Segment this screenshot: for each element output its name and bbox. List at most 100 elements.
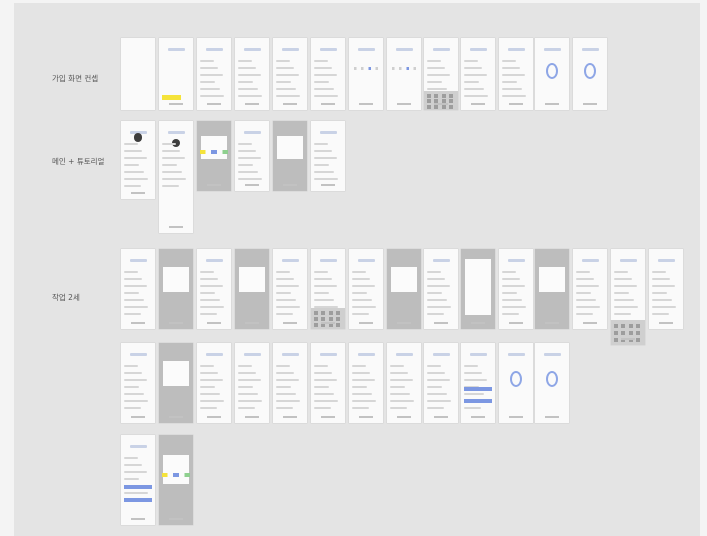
wireframe-shape [123, 485, 153, 489]
screen-thumbnail[interactable] [461, 249, 495, 329]
wireframe-shape [276, 292, 292, 294]
wireframe-shape [427, 393, 447, 395]
wireframe-shape [277, 136, 303, 159]
wireframe-shape [124, 292, 140, 294]
screen-thumbnail[interactable] [197, 249, 231, 329]
wireframe-shape [163, 360, 189, 387]
wireframe-shape [243, 353, 261, 356]
screen-thumbnail[interactable] [387, 38, 421, 110]
wireframe-shape [238, 60, 252, 62]
wireframe-shape [464, 74, 487, 76]
screen-thumbnail[interactable] [387, 249, 421, 329]
screen-thumbnail[interactable] [121, 121, 155, 199]
screen-mockup [273, 121, 307, 191]
wireframe-shape [124, 164, 140, 166]
wireframe-shape [545, 103, 559, 105]
screen-thumbnail[interactable] [159, 121, 193, 233]
screen-thumbnail[interactable] [499, 249, 533, 329]
screen-thumbnail[interactable] [121, 343, 155, 423]
screen-thumbnail[interactable] [311, 38, 345, 110]
screen-thumbnail[interactable] [235, 38, 269, 110]
screen-thumbnail[interactable] [535, 38, 569, 110]
wireframe-shape [314, 95, 339, 97]
screen-thumbnail[interactable] [121, 435, 155, 525]
screen-thumbnail[interactable] [311, 249, 345, 329]
screen-thumbnail[interactable] [349, 38, 383, 110]
wireframe-shape [162, 94, 182, 100]
screen-thumbnail[interactable] [273, 38, 307, 110]
screen-mockup [159, 435, 193, 525]
screen-thumbnail[interactable] [311, 343, 345, 423]
wireframe-shape [129, 353, 147, 356]
wireframe-shape [311, 308, 345, 329]
screen-thumbnail[interactable] [197, 343, 231, 423]
screen-thumbnail[interactable] [499, 38, 533, 110]
screen-thumbnail[interactable] [535, 343, 569, 423]
screen-thumbnail[interactable] [349, 343, 383, 423]
screen-thumbnail[interactable] [649, 249, 683, 329]
wireframe-shape [207, 103, 221, 105]
wireframe-shape [124, 150, 143, 152]
wireframe-shape [427, 372, 446, 374]
screen-thumbnail[interactable] [273, 249, 307, 329]
wireframe-shape [200, 400, 225, 402]
screen-thumbnail[interactable] [159, 343, 193, 423]
screen-thumbnail[interactable] [387, 343, 421, 423]
wireframe-shape [207, 416, 221, 418]
screen-thumbnail[interactable] [273, 121, 307, 191]
wireframe-shape [238, 407, 255, 409]
screen-thumbnail[interactable] [311, 121, 345, 191]
wireframe-shape [434, 416, 448, 418]
wireframe-shape [238, 67, 257, 69]
wireframe-shape [502, 60, 516, 62]
wireframe-shape [124, 478, 140, 480]
screen-thumbnail[interactable] [424, 38, 458, 110]
screen-thumbnail[interactable] [424, 343, 458, 423]
wireframe-shape [124, 306, 149, 308]
screen-thumbnail[interactable] [197, 38, 231, 110]
wireframe-shape [238, 157, 261, 159]
screen-mockup [424, 38, 458, 110]
wireframe-shape [614, 313, 631, 315]
screen-thumbnail[interactable] [573, 38, 607, 110]
wireframe-shape [397, 103, 411, 105]
wireframe-shape [200, 88, 220, 90]
screen-thumbnail[interactable] [461, 343, 495, 423]
screen-thumbnail[interactable] [235, 249, 269, 329]
wireframe-shape [652, 313, 669, 315]
wireframe-shape [321, 317, 326, 322]
wireframe-shape [162, 143, 176, 145]
wireframe-shape [276, 285, 299, 287]
wireframe-shape [502, 88, 522, 90]
screen-thumbnail[interactable] [424, 249, 458, 329]
wireframe-shape [576, 306, 601, 308]
wireframe-shape [464, 407, 481, 409]
wireframe-shape [124, 313, 141, 315]
screen-thumbnail[interactable] [159, 435, 193, 525]
wireframe-shape [276, 400, 301, 402]
screen-thumbnail[interactable] [197, 121, 231, 191]
screen-thumbnail[interactable] [349, 249, 383, 329]
wireframe-shape [238, 372, 257, 374]
screen-thumbnail[interactable] [159, 38, 193, 110]
screen-mockup [424, 343, 458, 423]
screen-thumbnail[interactable] [235, 121, 269, 191]
wireframe-shape [319, 353, 337, 356]
wireframe-shape [162, 171, 182, 173]
screen-thumbnail[interactable] [273, 343, 307, 423]
screen-mockup [387, 343, 421, 423]
screen-thumbnail[interactable] [499, 343, 533, 423]
screen-thumbnail[interactable] [611, 249, 645, 345]
wireframe-shape [281, 353, 299, 356]
screen-thumbnail[interactable] [121, 249, 155, 329]
screen-thumbnail[interactable] [159, 249, 193, 329]
screen-thumbnail[interactable] [121, 38, 155, 110]
screen-thumbnail[interactable] [235, 343, 269, 423]
wireframe-shape [200, 74, 223, 76]
screen-thumbnail[interactable] [461, 38, 495, 110]
screen-thumbnail[interactable] [535, 249, 569, 329]
screen-mockup [273, 343, 307, 423]
section-label-signup: 가입 화면 컨셉 [52, 74, 99, 83]
screen-thumbnail[interactable] [573, 249, 607, 329]
wireframe-shape [464, 88, 484, 90]
